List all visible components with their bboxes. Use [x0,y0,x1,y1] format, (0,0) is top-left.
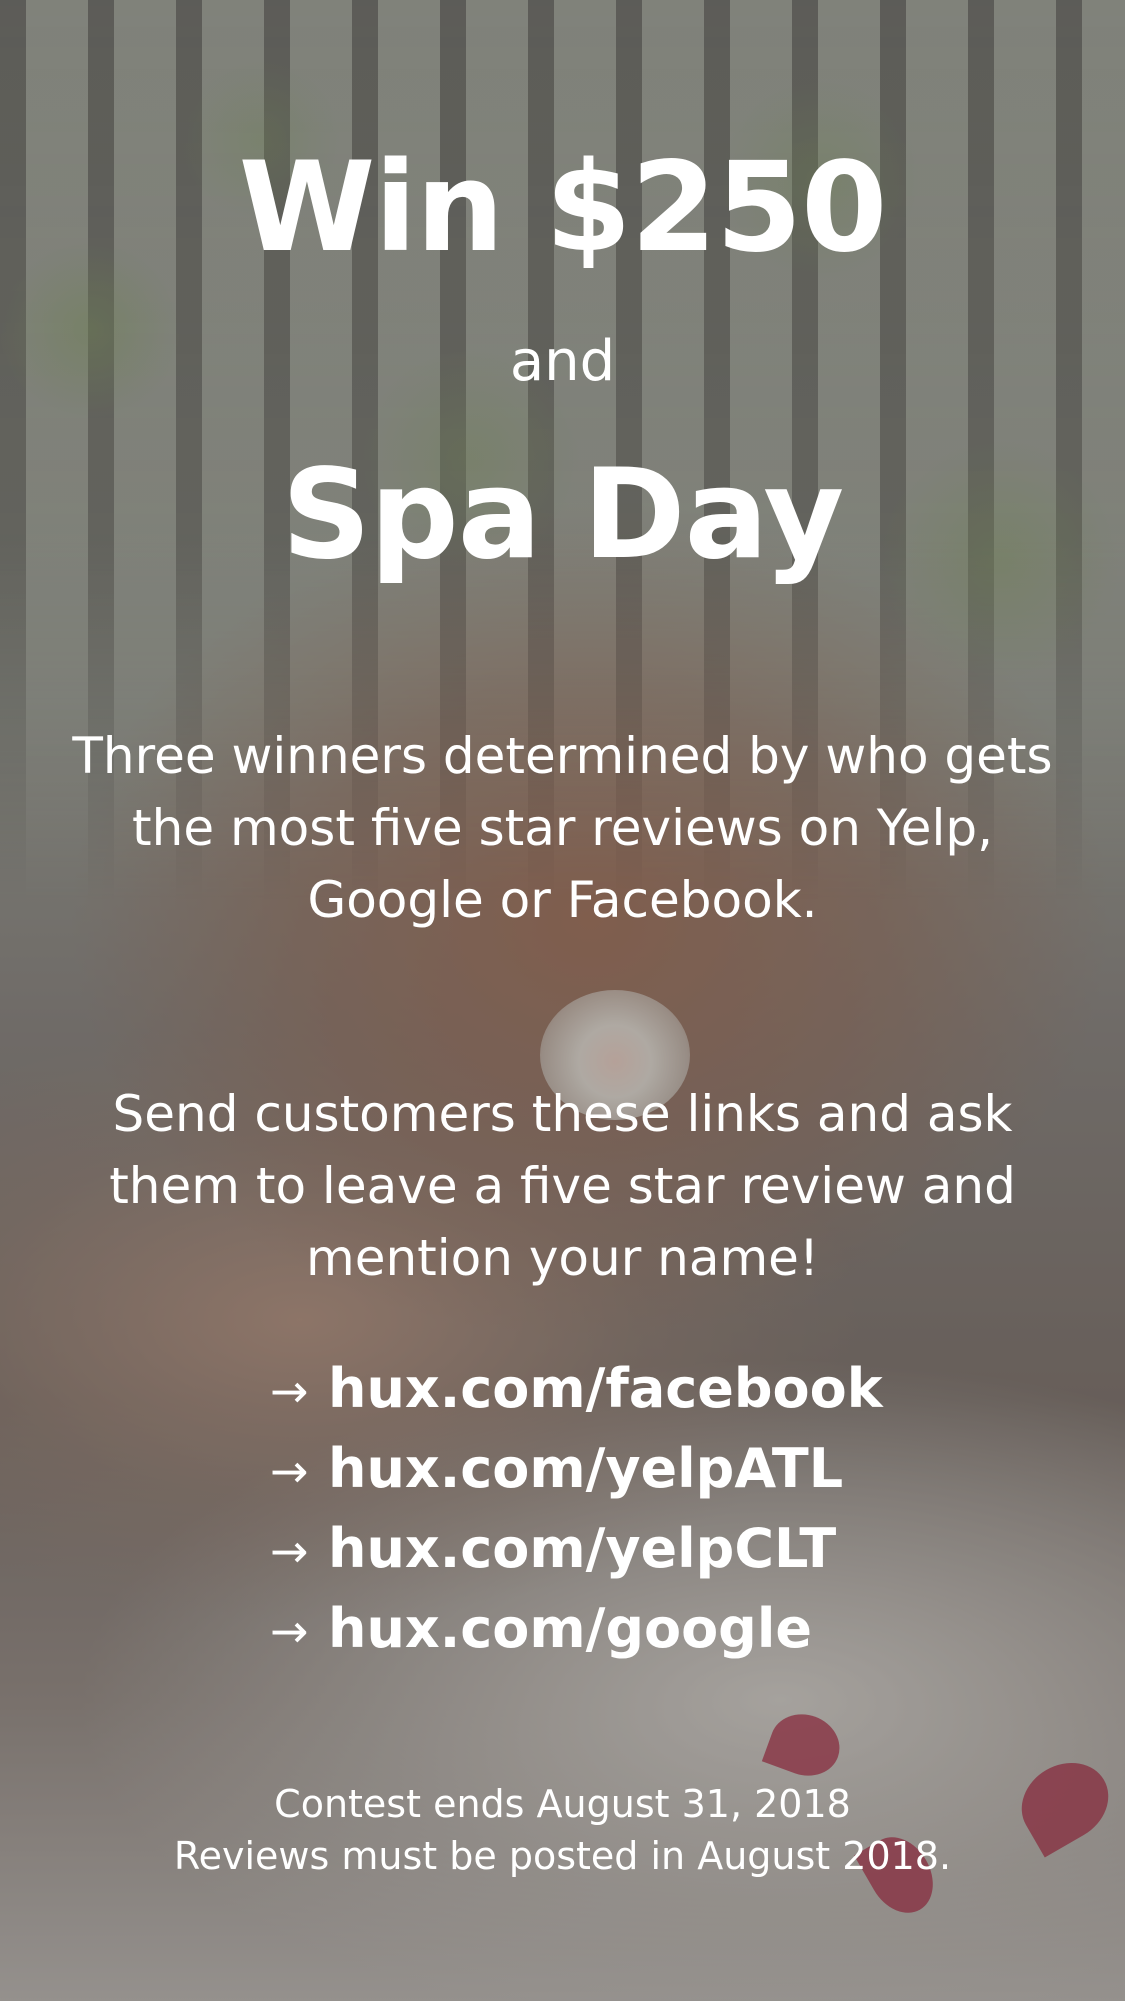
link-text[interactable]: hux.com/google [328,1597,812,1660]
review-link-facebook[interactable]: → hux.com/facebook [270,1350,970,1430]
link-text[interactable]: hux.com/yelpCLT [328,1517,836,1580]
contest-end-date: Contest ends August 31, 2018 [274,1782,851,1826]
link-text[interactable]: hux.com/facebook [328,1357,883,1420]
arrow-right-icon: → [270,1604,309,1658]
review-link-yelp-atl[interactable]: → hux.com/yelpATL [270,1430,970,1510]
connector-text: and [509,329,616,394]
arrow-right-icon: → [270,1444,309,1498]
contest-description: Three winners determined by who gets the… [72,727,1053,929]
contest-footer: Contest ends August 31, 2018 Reviews mus… [0,1778,1125,1882]
review-links-list: → hux.com/facebook → hux.com/yelpATL → hux.… [270,1350,970,1670]
contest-instructions: Send customers these links and ask them … [109,1085,1016,1287]
promo-content: Win $250 and Spa Day Three winners deter… [0,0,1125,2001]
review-link-yelp-clt[interactable]: → hux.com/yelpCLT [270,1510,970,1590]
review-link-google[interactable]: → hux.com/google [270,1590,970,1670]
arrow-right-icon: → [270,1524,309,1578]
link-text[interactable]: hux.com/yelpATL [328,1437,843,1500]
bonus-headline: Spa Day [281,443,845,587]
arrow-right-icon: → [270,1364,309,1418]
review-date-rule: Reviews must be posted in August 2018. [173,1834,952,1878]
prize-headline: Win $250 [238,136,888,280]
